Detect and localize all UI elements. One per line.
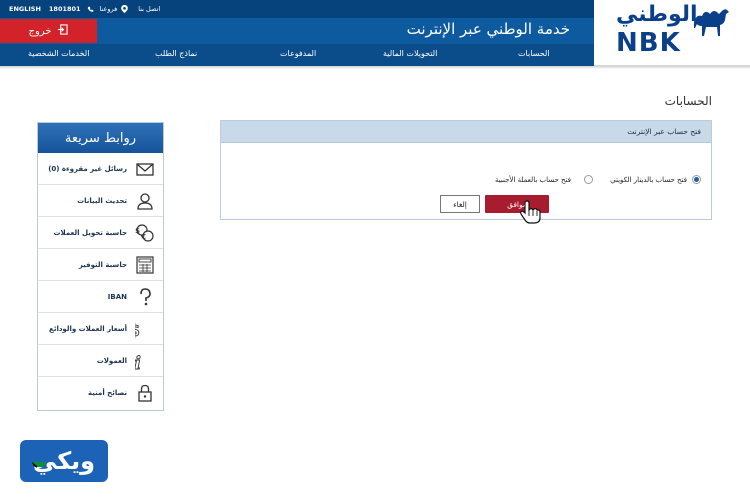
quick-link-unread-messages[interactable]: رسائل غير مقروءة (0)	[38, 153, 163, 185]
quick-link-label: IBAN	[107, 292, 127, 301]
quick-link-iban[interactable]: IBAN	[38, 281, 163, 313]
currency-exchange-icon: $ €	[135, 223, 155, 243]
quick-link-currency-rates[interactable]: $ أسعار العملات والودائع	[38, 313, 163, 345]
calculator-icon	[135, 255, 155, 275]
contact-link[interactable]: اتصل بنا	[138, 5, 160, 13]
envelope-icon	[135, 159, 155, 179]
nav-request-forms[interactable]: نماذج الطلب	[155, 49, 197, 58]
question-icon	[135, 287, 155, 307]
svg-text:i: i	[135, 353, 141, 371]
svg-text:$: $	[135, 227, 140, 235]
camel-logo-icon	[692, 4, 732, 44]
radio-kwd[interactable]	[692, 175, 701, 184]
quick-link-fees[interactable]: i العمولات	[38, 345, 163, 377]
quick-link-label: العمولات	[96, 356, 127, 365]
site-title: خدمة الوطني عبر الإنترنت	[406, 20, 570, 38]
quick-link-security-tips[interactable]: نصائح أمنية	[38, 377, 163, 409]
location-pin-icon	[119, 5, 129, 13]
panel-title: فتح حساب عبر الإنترنت	[221, 121, 711, 143]
cancel-button[interactable]: إلغاء	[440, 195, 480, 213]
svg-text:€: €	[140, 233, 146, 241]
open-account-panel: فتح حساب عبر الإنترنت فتح حساب بالدينار …	[220, 120, 712, 224]
branches-link[interactable]: فروعنا	[100, 5, 118, 13]
nav-payments[interactable]: المدفوعات	[280, 49, 316, 58]
main-nav: الخدمات الشخصية نماذج الطلب المدفوعات ال…	[0, 44, 594, 66]
top-utility-bar: ENGLISH 1801801 فروعنا اتصل بنا	[0, 0, 594, 18]
quick-link-currency-calculator[interactable]: $ € حاسبة تحويل العملات	[38, 217, 163, 249]
radio-option-foreign[interactable]: فتح حساب بالعملة الأجنبية	[495, 175, 593, 184]
nav-transfers[interactable]: التحويلات المالية	[383, 49, 437, 58]
page: ENGLISH 1801801 فروعنا اتصل بنا خروج خدم…	[0, 0, 750, 500]
hand-pointer-icon	[517, 199, 543, 229]
language-link[interactable]: ENGLISH	[9, 5, 41, 13]
phone-number-text: 1801801	[48, 5, 81, 13]
dollar-icon: $	[128, 319, 155, 342]
logo-english-text: NBK	[616, 28, 681, 58]
watermark-badge: ويكي	[20, 440, 108, 482]
radio-option-kwd[interactable]: فتح حساب بالدينار الكويتي	[610, 175, 701, 184]
kuwait-flag-icon	[32, 454, 46, 468]
quick-link-savings-calculator[interactable]: حاسبة التوفير	[38, 249, 163, 281]
lock-icon	[135, 383, 155, 403]
quick-link-label: رسائل غير مقروءة (0)	[48, 164, 127, 173]
quick-links-title: روابط سريعة	[38, 123, 163, 153]
logo-arabic-text: الوطني	[616, 2, 698, 27]
quick-link-label: حاسبة تحويل العملات	[53, 228, 128, 237]
radio-kwd-label: فتح حساب بالدينار الكويتي	[610, 175, 687, 184]
page-title: الحسابات	[664, 94, 712, 108]
phone-icon	[85, 6, 94, 13]
branches-label: فروعنا	[99, 5, 118, 13]
info-icon: i	[134, 351, 155, 375]
cancel-label: إلغاء	[453, 199, 467, 209]
quick-link-update-details[interactable]: تحديث البيانات	[38, 185, 163, 217]
logout-button[interactable]: خروج	[0, 19, 97, 43]
header-shadow	[0, 66, 750, 69]
svg-text:$: $	[135, 321, 140, 339]
phone-number: 1801801	[49, 5, 81, 13]
quick-link-label: حاسبة التوفير	[78, 260, 127, 269]
nav-personal-services[interactable]: الخدمات الشخصية	[28, 49, 89, 58]
logout-icon	[57, 24, 69, 38]
nav-accounts[interactable]: الحسابات	[518, 49, 550, 58]
logout-label: خروج	[28, 25, 52, 37]
quick-link-label: تحديث البيانات	[77, 196, 127, 205]
contact-label: اتصل بنا	[138, 5, 161, 13]
radio-foreign[interactable]	[584, 175, 593, 184]
header-bar: ENGLISH 1801801 فروعنا اتصل بنا خروج خدم…	[0, 0, 594, 66]
logo-area[interactable]: الوطني NBK	[594, 0, 750, 66]
quick-links-panel: روابط سريعة رسائل غير مقروءة (0) تحديث ا…	[37, 122, 164, 411]
radio-foreign-label: فتح حساب بالعملة الأجنبية	[494, 175, 571, 184]
user-icon	[135, 191, 155, 211]
quick-link-label: أسعار العملات والودائع	[49, 324, 127, 333]
quick-link-label: نصائح أمنية	[88, 389, 127, 397]
